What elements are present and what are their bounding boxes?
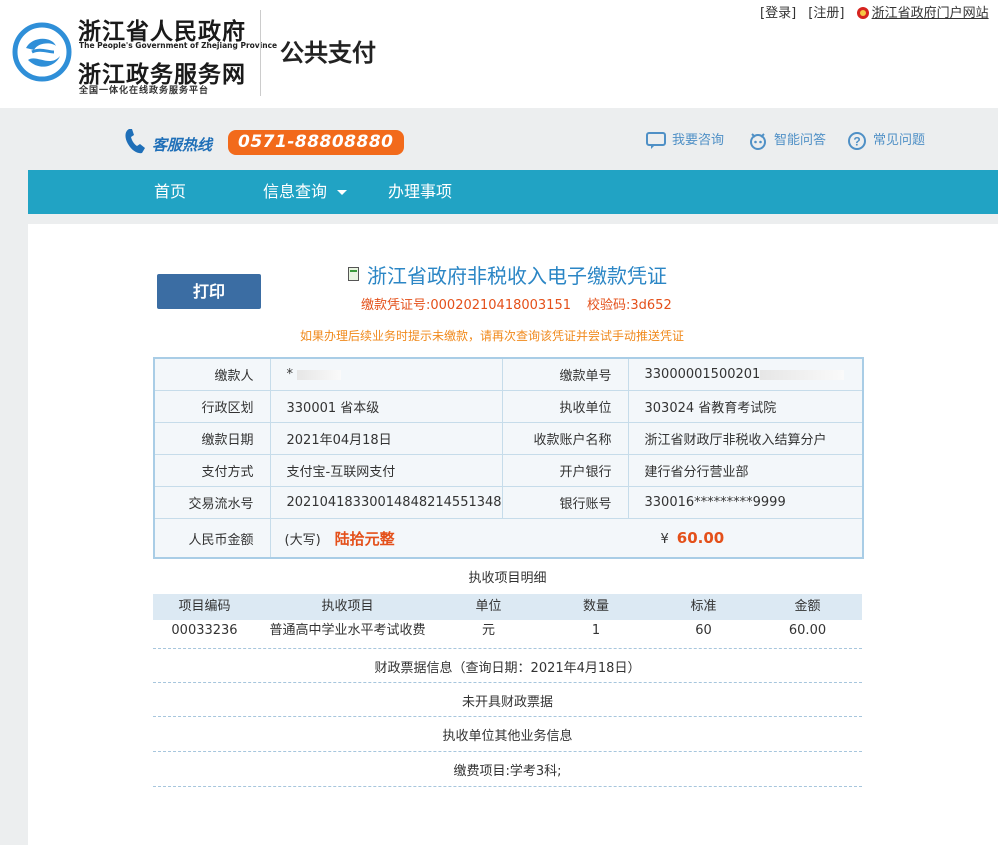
finance-info-title: 财政票据信息（查询日期：2021年4月18日） [374, 661, 641, 676]
consult-link[interactable]: 我要咨询 [646, 130, 724, 152]
account-no-label: 银行账号 [501, 486, 629, 519]
gov-name-en: The People's Government of Zhejiang Prov… [79, 41, 278, 50]
account-name-value: 浙江省财政厅非税收入结算分户 [627, 422, 864, 455]
divider [153, 716, 862, 717]
txn-label: 交易流水号 [153, 486, 271, 519]
amount-cell: (大写) 陆拾元整 ¥60.00 [269, 518, 864, 559]
account-no-value: 330016*********9999 [627, 486, 864, 519]
bill-no-value: 33000001500201 [644, 367, 761, 382]
divider [153, 786, 862, 787]
region-label: 行政区划 [153, 390, 271, 423]
payer-label: 缴款人 [153, 357, 271, 391]
nav-home[interactable]: 首页 [154, 170, 186, 214]
robot-icon [750, 132, 766, 150]
col-code: 项目编码 [178, 599, 231, 614]
notice-text: 如果办理后续业务时提示未缴款，请再次查询该凭证并尝试手动推送凭证 [300, 329, 685, 343]
account-name-label: 收款账户名称 [501, 422, 629, 455]
payer-cell: * [269, 357, 503, 391]
nav-info-query[interactable]: 信息查询 [263, 170, 348, 214]
payment-info-table: 缴款人 * 缴款单号 33000001500201 行政区划 330001 省本… [153, 357, 864, 559]
col-standard: 标准 [690, 599, 717, 614]
divider [153, 682, 862, 683]
row-unit: 元 [481, 623, 495, 638]
voucher-title: 浙江省政府非税收入电子缴款凭证 [348, 260, 667, 289]
bill-no-label: 缴款单号 [501, 357, 629, 391]
hotline-number: 0571-88808880 [228, 130, 404, 155]
row-amount: 60.00 [788, 623, 827, 638]
region-value: 330001 省本级 [269, 390, 503, 423]
site-header: 浙江省人民政府 The People's Government of Zheji… [0, 0, 998, 108]
row-item: 普通高中学业水平考试收费 [269, 623, 426, 638]
bill-no-cell: 33000001500201 [627, 357, 864, 391]
bank-value: 建行省分行营业部 [627, 454, 864, 487]
amount-figure: ¥60.00 [661, 529, 725, 547]
pay-method-label: 支付方式 [153, 454, 271, 487]
collector-value: 303024 省教育考试院 [627, 390, 864, 423]
smart-qa-label: 智能问答 [774, 133, 827, 148]
table-row: 00033236 普通高中学业水平考试收费 元 1 60 60.00 [153, 620, 862, 644]
other-info-title: 执收单位其他业务信息 [442, 729, 573, 744]
col-amount: 金额 [794, 599, 821, 614]
portal-link[interactable]: 浙江省政府门户网站 [872, 6, 989, 21]
txn-value: 2021041833001484821455134817 [269, 486, 503, 519]
detail-title: 执收项目明细 [468, 571, 547, 586]
chat-bubble-icon [646, 131, 666, 149]
print-button[interactable]: 打印 [157, 274, 261, 309]
voucher-number: 缴款凭证号:00020210418003151 [361, 298, 571, 313]
check-code: 校验码:3d652 [587, 298, 672, 313]
row-qty: 1 [591, 623, 601, 638]
currency-symbol: ¥ [660, 532, 669, 547]
svg-text:?: ? [853, 134, 860, 148]
amount-value: 60.00 [676, 529, 725, 547]
bank-label: 开户银行 [501, 454, 629, 487]
register-link[interactable]: [注册] [808, 6, 844, 21]
row-standard: 60 [695, 623, 712, 638]
upper-amount-value: 陆拾元整 [334, 529, 395, 548]
top-links: [登录] [注册] 浙江省政府门户网站 [760, 2, 989, 21]
payer-value: * [286, 367, 294, 382]
nav-services[interactable]: 办理事项 [388, 170, 452, 214]
faq-link[interactable]: ? 常见问题 [847, 130, 925, 152]
row-code: 00033236 [171, 623, 238, 638]
upper-amount-label: (大写) [284, 532, 321, 548]
detail-table-header: 项目编码 执收项目 单位 数量 标准 金额 [153, 594, 862, 620]
redacted-mask [297, 369, 341, 380]
hotline-label: 客服热线 [152, 136, 213, 154]
finance-status: 未开具财政票据 [461, 695, 553, 710]
header-divider [260, 10, 261, 96]
page-title: 公共支付 [280, 39, 376, 67]
faq-label: 常见问题 [873, 133, 926, 148]
nav-info-query-label: 信息查询 [263, 182, 328, 201]
divider [153, 648, 862, 649]
login-link[interactable]: [登录] [760, 6, 796, 21]
col-unit: 单位 [475, 599, 502, 614]
phone-icon [125, 129, 145, 154]
redacted-mask [760, 369, 845, 380]
voucher-title-text: 浙江省政府非税收入电子缴款凭证 [367, 264, 667, 288]
date-value: 2021年04月18日 [269, 422, 503, 455]
question-circle-icon: ? [848, 131, 866, 150]
fee-item: 缴费项目:学考3科; [453, 764, 562, 779]
national-emblem-icon [856, 7, 869, 19]
date-label: 缴款日期 [153, 422, 271, 455]
smart-qa-link[interactable]: 智能问答 [748, 130, 826, 152]
main-nav: 首页 信息查询 办理事项 [28, 170, 998, 214]
collector-label: 执收单位 [501, 390, 629, 423]
zhejiang-logo-icon[interactable] [12, 22, 72, 82]
voucher-number-line: 缴款凭证号:00020210418003151 校验码:3d652 [361, 294, 672, 313]
amount-label: 人民币金额 [153, 518, 271, 559]
divider [153, 751, 862, 752]
service-subtitle: 全国一体化在线政务服务平台 [79, 86, 210, 96]
document-icon [348, 267, 359, 281]
col-qty: 数量 [582, 599, 609, 614]
col-item: 执收项目 [321, 599, 374, 614]
consult-label: 我要咨询 [672, 133, 725, 148]
chevron-down-icon [337, 190, 348, 195]
pay-method-value: 支付宝-互联网支付 [269, 454, 503, 487]
